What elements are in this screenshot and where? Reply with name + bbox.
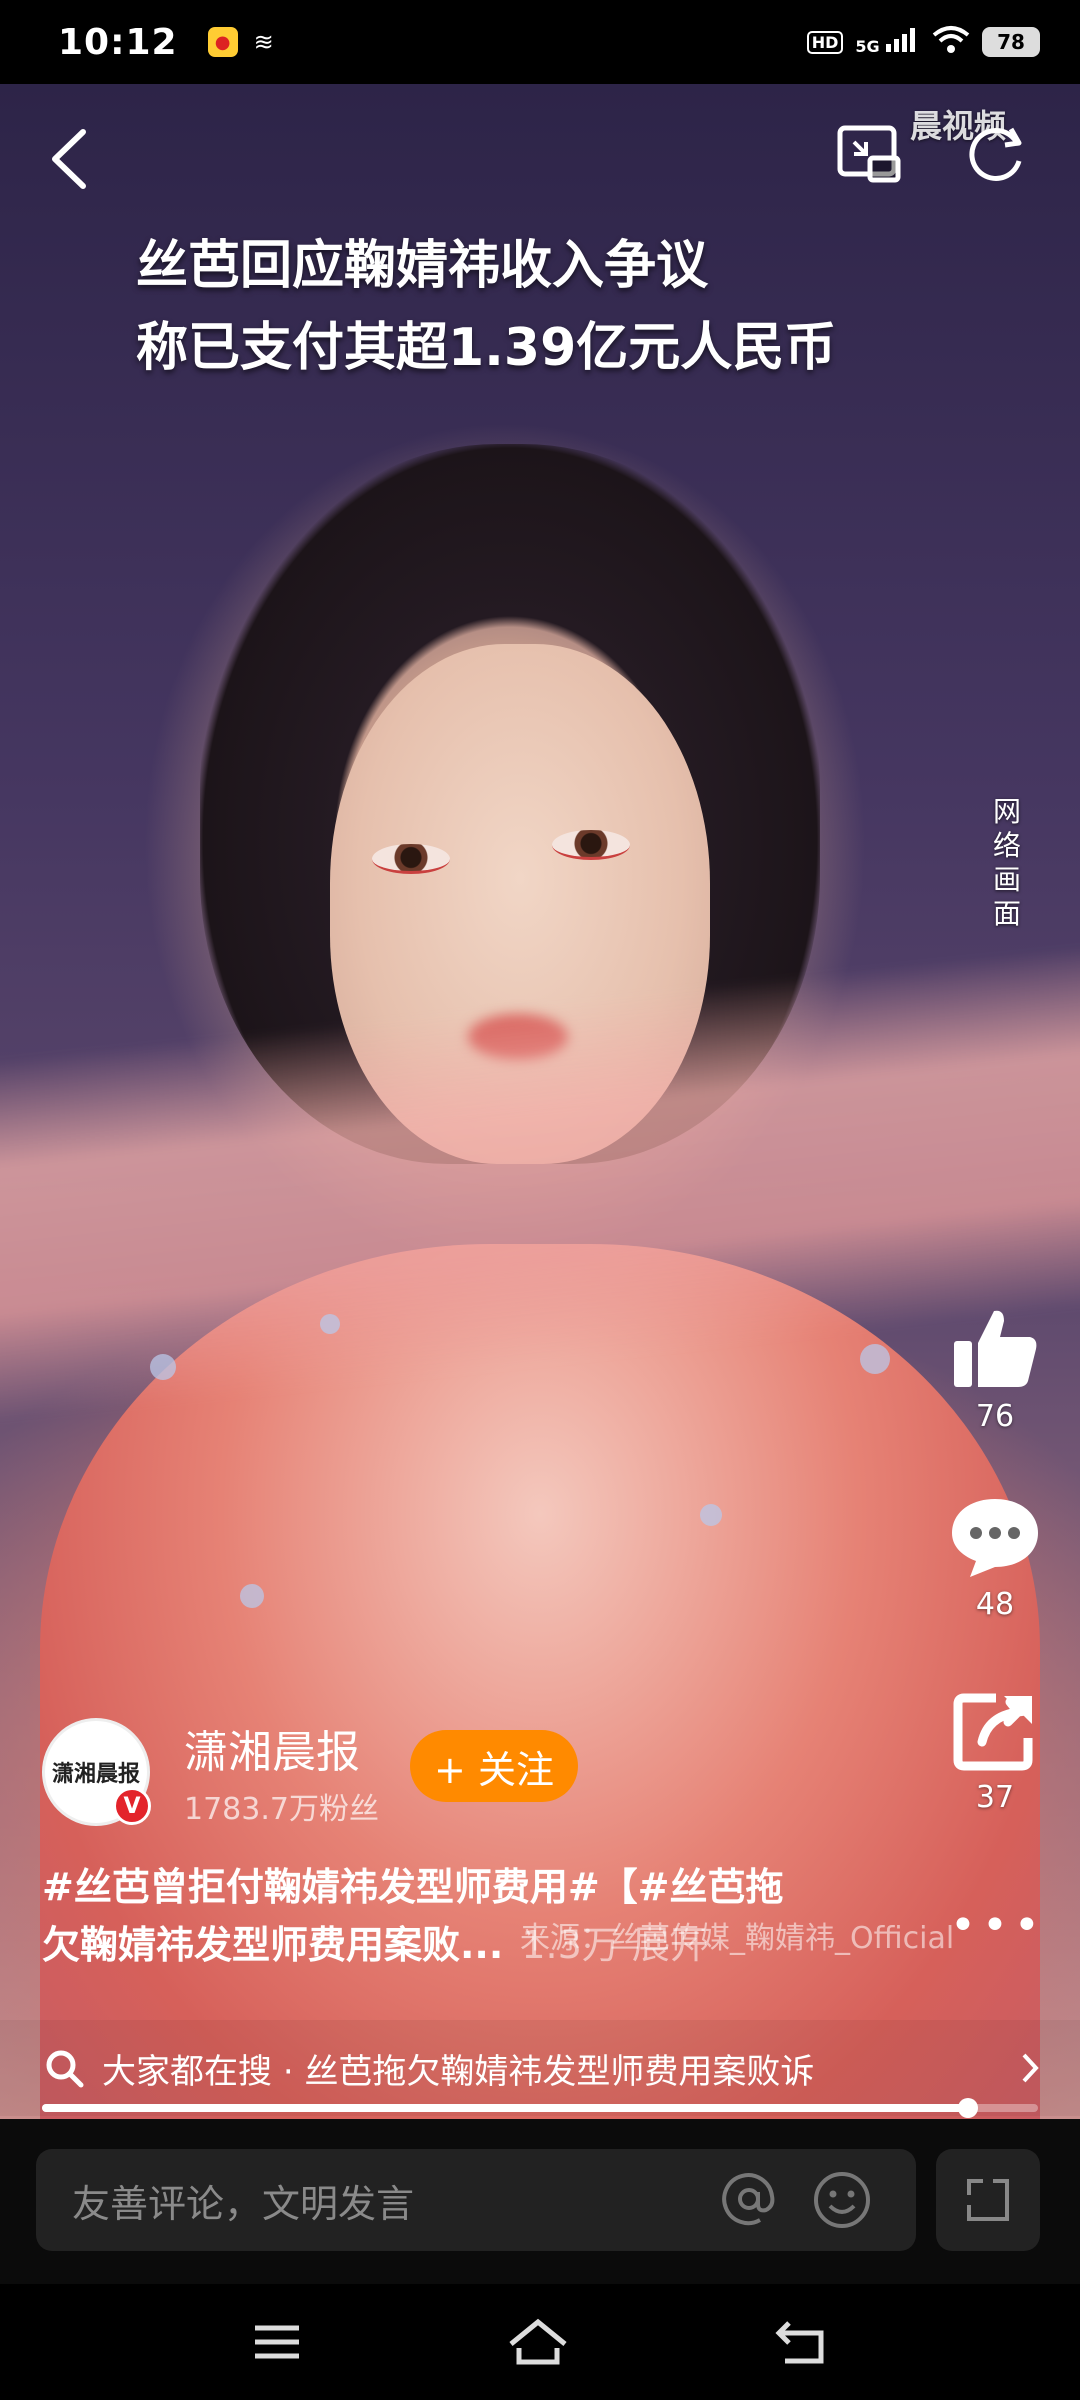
decor-dot <box>320 1314 340 1334</box>
app-notification-icon: ≋ <box>253 28 274 56</box>
avatar-logo-text: 潇湘晨报 <box>51 1762 140 1787</box>
comment-input-icons <box>720 2170 916 2230</box>
comment-input[interactable]: 友善评论，文明发言 <box>36 2149 916 2251</box>
search-prefix: 大家都在搜 <box>102 2051 272 2092</box>
video-figure-veil <box>0 944 1080 1424</box>
picture-in-picture-icon <box>837 125 901 183</box>
share-button[interactable]: 37 <box>940 1690 1050 1815</box>
decor-dot <box>150 1354 176 1380</box>
verified-badge: V <box>113 1787 151 1825</box>
search-icon <box>46 2050 84 2088</box>
expand-icon <box>967 2179 1009 2221</box>
share-count: 37 <box>975 1780 1015 1815</box>
menu-icon[interactable] <box>253 2322 301 2362</box>
headline-line: 丝芭回应鞠婧祎收入争议 <box>136 236 709 296</box>
emoji-icon[interactable] <box>812 2170 872 2230</box>
like-button[interactable]: 76 <box>940 1305 1050 1434</box>
video-headline: 丝芭回应鞠婧祎收入争议 称已支付其超1.39亿元人民币 <box>136 225 956 389</box>
caption-text: 欠鞠婧祎发型师费用案败... <box>42 1923 504 1967</box>
avatar[interactable]: 潇湘晨报 V <box>42 1718 151 1826</box>
video-progress-bar[interactable] <box>42 2098 1038 2118</box>
like-count: 76 <box>975 1399 1015 1434</box>
wifi-icon <box>932 25 970 60</box>
comment-placeholder: 友善评论，文明发言 <box>72 2181 415 2226</box>
video-source: 来源：丝芭传媒_鞠婧祎_Official <box>520 1921 955 1956</box>
thumbs-up-icon <box>954 1310 1037 1387</box>
decor-dot <box>240 1584 264 1608</box>
system-nav-bar <box>0 2284 1080 2400</box>
expand-comments-button[interactable] <box>936 2149 1040 2251</box>
status-bar: 10:12 ● ≋ HD 5G 78 <box>0 0 1080 84</box>
comment-count: 48 <box>975 1587 1015 1622</box>
progress-fill <box>42 2104 969 2112</box>
author-text: 潇湘晨报 1783.7万粉丝 <box>184 1716 379 1828</box>
video-figure-eye <box>552 830 630 860</box>
decor-dot <box>860 1344 890 1374</box>
trending-search-text: 大家都在搜 · 丝芭拖欠鞠婧祎发型师费用案败诉 <box>102 2044 814 2093</box>
chevron-left-icon <box>52 129 86 189</box>
chevron-right-icon <box>1022 2053 1039 2083</box>
author-info[interactable]: 潇湘晨报 V 潇湘晨报 1783.7万粉丝 <box>42 1716 379 1828</box>
back-nav-icon[interactable] <box>775 2319 827 2365</box>
comment-button[interactable]: 48 <box>940 1495 1050 1622</box>
more-options-button[interactable]: ••• <box>950 1900 1046 1951</box>
pip-button[interactable] <box>834 118 904 188</box>
share-icon <box>953 1693 1033 1771</box>
video-figure-eye <box>372 844 450 874</box>
status-right: HD 5G 78 <box>806 25 1040 60</box>
at-sign-icon[interactable] <box>720 2170 778 2228</box>
back-button[interactable] <box>34 124 104 194</box>
comment-bubble-icon <box>952 1499 1038 1577</box>
signal-icon: 5G <box>855 27 920 57</box>
search-separator: · <box>282 2051 294 2092</box>
decor-dot <box>700 1504 722 1526</box>
author-name[interactable]: 潇湘晨报 <box>184 1716 379 1780</box>
refresh-button[interactable] <box>962 118 1032 188</box>
weibo-notification-icon: ● <box>207 27 238 57</box>
home-icon[interactable] <box>507 2318 569 2366</box>
hd-icon: HD <box>806 30 844 54</box>
caption-line: #丝芭曾拒付鞠婧祎发型师费用#【#丝芭拖 <box>42 1865 784 1909</box>
author-fans: 1783.7万粉丝 <box>184 1792 379 1827</box>
status-time: 10:12 <box>58 21 178 63</box>
battery-icon: 78 <box>982 27 1040 57</box>
screen: 10:12 ● ≋ HD 5G 78 丝芭回应鞠婧祎收入争议 称已支付其超1.3… <box>0 0 1080 2400</box>
refresh-icon <box>969 127 1022 181</box>
comment-bar: 友善评论，文明发言 <box>0 2119 1080 2284</box>
search-query: 丝芭拖欠鞠婧祎发型师费用案败诉 <box>304 2051 815 2092</box>
headline-line: 称已支付其超1.39亿元人民币 <box>136 318 837 378</box>
follow-button[interactable]: + 关注 <box>410 1730 578 1802</box>
side-note: 网络画面 <box>992 795 1021 930</box>
trending-search-bar[interactable]: 大家都在搜 · 丝芭拖欠鞠婧祎发型师费用案败诉 <box>0 2020 1080 2116</box>
